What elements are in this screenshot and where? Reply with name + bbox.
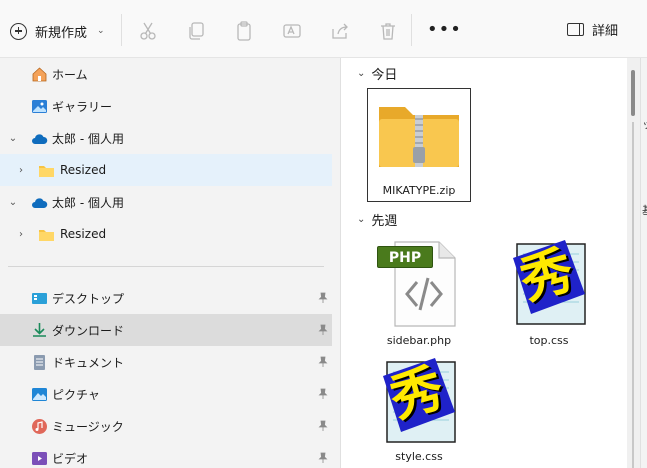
group-header-today[interactable]: ⌄ 今日	[357, 64, 397, 83]
details-label: 詳細	[592, 24, 619, 39]
cut-icon[interactable]	[137, 20, 159, 42]
file-item-style-css[interactable]: 秀 style.css	[367, 350, 471, 466]
file-name: sidebar.php	[386, 334, 452, 347]
file-item-mikatype-zip[interactable]: MIKATYPE.zip	[367, 88, 471, 202]
file-list: ⌄ 今日 MIKATYPE.zip ⌄ 先週 PHP sidebar.php 秀…	[341, 58, 627, 468]
command-bar: 新規作成 ⌄ ••• 詳細	[0, 0, 647, 58]
pictures-icon	[31, 386, 48, 403]
delete-icon[interactable]	[377, 20, 399, 42]
pin-icon[interactable]	[318, 452, 328, 464]
folder-icon	[38, 226, 55, 243]
php-badge: PHP	[377, 246, 433, 268]
paste-icon[interactable]	[233, 20, 255, 42]
file-item-sidebar-php[interactable]: PHP sidebar.php	[367, 234, 471, 350]
nav-item-desktop[interactable]: デスクトップ	[0, 282, 332, 314]
download-icon	[31, 321, 48, 338]
nav-item-label: 太郎 - 個人用	[52, 195, 124, 210]
folder-icon	[38, 162, 55, 179]
nav-item-label: デスクトップ	[52, 291, 125, 306]
nav-item-label: Resized	[60, 163, 107, 177]
nav-item-label: ホーム	[52, 67, 88, 82]
pin-icon[interactable]	[318, 356, 328, 368]
hidemaru-icon: 秀	[509, 236, 589, 326]
new-button[interactable]: 新規作成 ⌄	[10, 17, 105, 45]
nav-item-label: 太郎 - 個人用	[52, 131, 124, 146]
chevron-right-icon[interactable]: ›	[16, 229, 26, 240]
onedrive-icon	[31, 131, 48, 148]
home-icon	[31, 66, 48, 83]
clipped-text: ッ	[642, 116, 647, 132]
nav-item-onedrive[interactable]: ⌄ 太郎 - 個人用	[0, 122, 332, 154]
nav-item-label: ミュージック	[52, 419, 124, 434]
scrollbar-track[interactable]	[632, 122, 634, 468]
nav-item-videos[interactable]: ビデオ	[0, 442, 332, 468]
nav-item-resized[interactable]: › Resized	[0, 154, 332, 186]
nav-item-onedrive[interactable]: ⌄ 太郎 - 個人用	[0, 186, 332, 218]
file-name: top.css	[529, 334, 569, 347]
group-label: 今日	[371, 68, 398, 83]
hidemaru-icon: 秀	[379, 354, 459, 444]
nav-item-gallery[interactable]: ギャラリー	[0, 90, 332, 122]
nav-item-documents[interactable]: ドキュメント	[0, 346, 332, 378]
nav-item-label: ダウンロード	[52, 323, 125, 338]
document-icon	[31, 354, 48, 371]
nav-item-music[interactable]: ミュージック	[0, 410, 332, 442]
plus-icon	[10, 22, 27, 40]
group-header-last-week[interactable]: ⌄ 先週	[357, 210, 397, 229]
chevron-down-icon[interactable]: ⌄	[8, 133, 18, 144]
rename-icon[interactable]	[281, 20, 303, 42]
desktop-icon	[31, 290, 48, 307]
nav-item-downloads[interactable]: ダウンロード	[0, 314, 332, 346]
chevron-down-icon: ⌄	[357, 214, 366, 225]
copy-icon[interactable]	[185, 20, 207, 42]
file-item-top-css[interactable]: 秀 top.css	[497, 234, 601, 350]
chevron-down-icon: ⌄	[97, 26, 105, 36]
clipped-text: 基	[642, 202, 647, 218]
more-options-icon[interactable]: •••	[427, 20, 462, 40]
file-name: style.css	[395, 450, 443, 463]
chevron-right-icon[interactable]: ›	[16, 165, 26, 176]
scrollbar-thumb[interactable]	[631, 70, 635, 116]
nav-item-home[interactable]: ホーム	[0, 58, 332, 90]
zip-folder-icon	[375, 99, 463, 171]
new-button-label: 新規作成	[35, 25, 88, 41]
onedrive-icon	[31, 195, 48, 212]
pin-icon[interactable]	[318, 324, 328, 336]
nav-item-label: ピクチャ	[52, 387, 100, 402]
nav-divider	[8, 266, 324, 267]
pin-icon[interactable]	[318, 420, 328, 432]
gallery-icon	[31, 98, 48, 115]
pin-icon[interactable]	[318, 388, 328, 400]
vertical-scrollbar[interactable]	[627, 58, 640, 468]
nav-item-pictures[interactable]: ピクチャ	[0, 378, 332, 410]
details-pane-icon	[567, 23, 584, 36]
nav-item-label: Resized	[60, 227, 107, 241]
details-pane-edge: ッ 基	[640, 58, 647, 468]
chevron-down-icon[interactable]: ⌄	[8, 197, 18, 208]
toolbar-divider	[121, 14, 122, 46]
nav-item-label: ギャラリー	[52, 99, 113, 114]
file-name: MIKATYPE.zip	[382, 184, 456, 197]
nav-item-resized[interactable]: › Resized	[0, 218, 332, 250]
group-label: 先週	[371, 214, 398, 229]
chevron-down-icon: ⌄	[357, 68, 366, 79]
navigation-pane: ホーム ギャラリー ⌄ 太郎 - 個人用 › Resized ⌄ 太郎 - 個人…	[0, 58, 340, 468]
toolbar-divider	[411, 14, 412, 46]
music-icon	[31, 418, 48, 435]
share-icon[interactable]	[329, 20, 351, 42]
nav-item-label: ビデオ	[52, 451, 89, 466]
details-button[interactable]: 詳細	[567, 20, 618, 39]
php-file-icon: PHP	[373, 236, 465, 328]
pin-icon[interactable]	[318, 292, 328, 304]
video-icon	[31, 450, 48, 467]
nav-item-label: ドキュメント	[52, 355, 125, 370]
